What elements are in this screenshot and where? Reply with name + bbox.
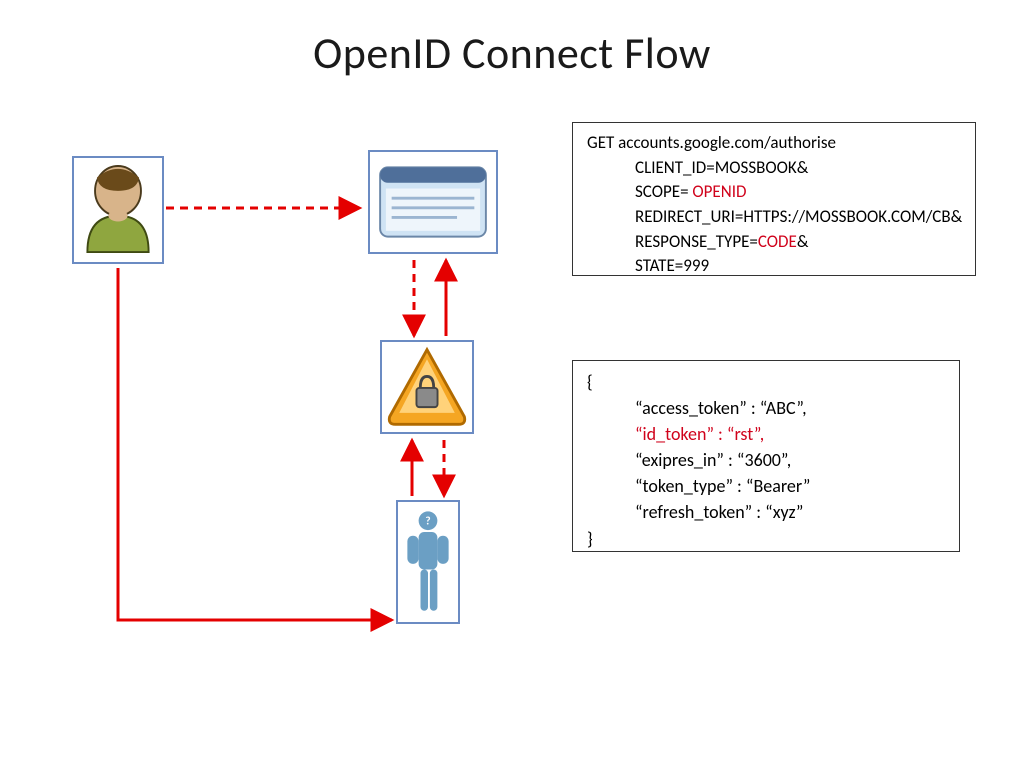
json-token-type: “token_type” : “Bearer” — [587, 473, 945, 499]
json-panel: { “access_token” : “ABC”, “id_token” : “… — [572, 360, 960, 552]
req-scope: SCOPE= OPENID — [587, 180, 961, 205]
json-expires-in: “exipres_in” : “3600”, — [587, 447, 945, 473]
page-title: OpenID Connect Flow — [0, 26, 1024, 80]
req-line1: GET accounts.google.com/authorise — [587, 131, 961, 156]
user-icon — [72, 156, 164, 264]
req-state: STATE=999 — [587, 254, 961, 279]
slide: OpenID Connect Flow — [0, 0, 1024, 768]
json-open: { — [587, 369, 945, 395]
json-access-token: “access_token” : “ABC”, — [587, 395, 945, 421]
json-close: } — [587, 526, 945, 552]
person-icon: ? — [396, 500, 460, 624]
req-redirect-uri: REDIRECT_URI=HTTPS://MOSSBOOK.COM/CB& — [587, 205, 961, 230]
json-refresh-token: “refresh_token” : “xyz” — [587, 499, 945, 525]
json-id-token: “id_token” : “rst”, — [587, 421, 945, 447]
req-client-id: CLIENT_ID=MOSSBOOK& — [587, 156, 961, 181]
browser-icon — [368, 150, 498, 254]
req-response-type: RESPONSE_TYPE=CODE& — [587, 230, 961, 255]
svg-text:?: ? — [425, 515, 430, 529]
lock-icon — [380, 340, 474, 434]
request-panel: GET accounts.google.com/authorise CLIENT… — [572, 122, 976, 276]
